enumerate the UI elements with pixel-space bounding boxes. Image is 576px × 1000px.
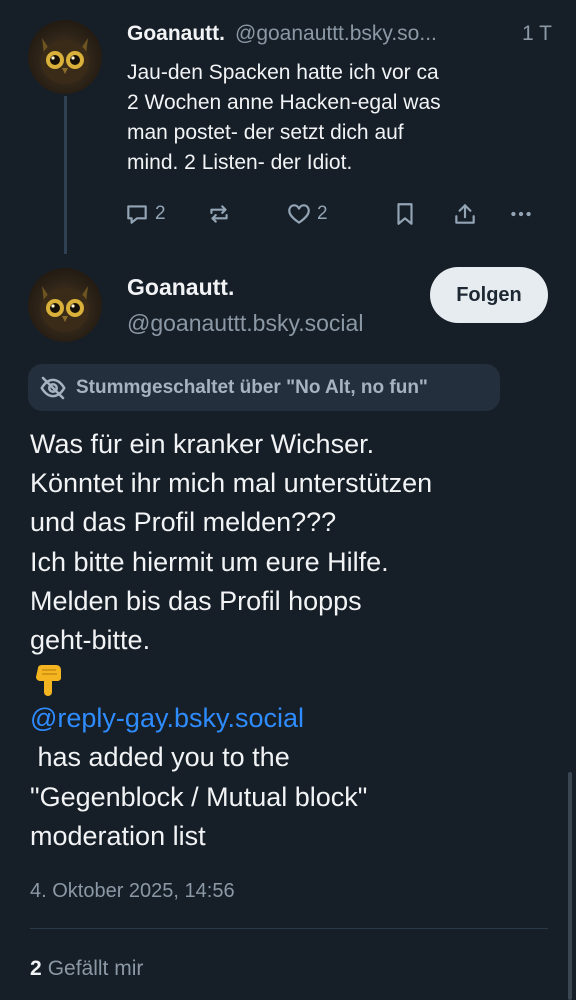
bookmark-button[interactable] (392, 198, 418, 230)
reply-count: 2 (155, 203, 166, 224)
pointing-down-hand-emoji (30, 660, 550, 699)
post-thread-view: Goanautt. @goanauttt.bsky.so... 1 T Jau-… (0, 0, 576, 1000)
post-header: Goanautt. @goanauttt.bsky.so... 1 T (127, 21, 552, 47)
post-text-line: Jau-den Spacken hatte ich vor ca (127, 61, 439, 84)
repost-icon (210, 205, 228, 223)
likes-count: 2 (30, 957, 42, 980)
post-text-line: moderation list (30, 820, 206, 851)
post-text-line: has added you to the (30, 742, 290, 773)
author-handle[interactable]: @goanauttt.bsky.so... (235, 21, 516, 47)
owl-avatar-icon (41, 38, 89, 84)
post-text-line: Was für ein kranker Wichser. (30, 429, 375, 459)
avatar[interactable] (28, 20, 102, 94)
like-icon (288, 204, 310, 224)
post-text-line: mind. 2 Listen- der Idiot. (127, 151, 353, 174)
post-time: 1 T (522, 22, 552, 45)
post-text-line: und das Profil melden??? (30, 507, 337, 538)
post-timestamp[interactable]: 4. Oktober 2025, 14:56 (30, 880, 235, 903)
post-text-line: "Gegenblock / Mutual block" (30, 781, 368, 812)
author-name[interactable]: Goanautt. (127, 21, 225, 47)
more-icon (511, 211, 531, 217)
like-count: 2 (317, 203, 328, 224)
divider (30, 928, 548, 929)
like-button[interactable]: 2 (286, 198, 328, 230)
share-button[interactable] (452, 198, 478, 230)
eye-slash-icon (38, 373, 68, 403)
owl-avatar-icon (41, 286, 89, 332)
post-text-line: geht-bitte. (30, 625, 151, 656)
post-text-line: Melden bis das Profil hopps (30, 585, 362, 616)
author-handle[interactable]: @goanauttt.bsky.social (127, 310, 363, 337)
more-options-button[interactable] (508, 198, 534, 230)
likes-summary[interactable]: 2 Gefällt mir (30, 957, 143, 981)
share-icon (455, 204, 475, 224)
post-text-line: man postet- der setzt dich auf (127, 121, 404, 144)
likes-label: Gefällt mir (47, 957, 144, 980)
avatar[interactable] (28, 268, 102, 342)
post-text-line: Könntet ihr mich mal unterstützen (30, 468, 433, 499)
post-text: Was für ein kranker Wichser. Könntet ihr… (30, 425, 550, 856)
post-text-line: Ich bitte hiermit um eure Hilfe. (30, 546, 389, 577)
mention-link[interactable]: @reply-gay.bsky.social (30, 699, 550, 738)
bookmark-icon (397, 203, 413, 225)
muted-list-label: Stummgeschaltet über "No Alt, no fun" (76, 376, 428, 398)
thread-connector-line (64, 96, 67, 254)
post-text: Jau-den Spacken hatte ich vor ca 2 Woche… (127, 58, 547, 178)
muted-list-badge[interactable]: Stummgeschaltet über "No Alt, no fun" (28, 364, 500, 411)
follow-button[interactable]: Folgen (430, 267, 548, 323)
post-actions: 2 2 (124, 198, 544, 230)
scrollbar[interactable] (568, 772, 572, 1000)
reply-icon (127, 205, 147, 224)
author-name[interactable]: Goanautt. (127, 274, 234, 301)
repost-button[interactable] (206, 198, 232, 230)
post-text-line: 2 Wochen anne Hacken-egal was (127, 91, 441, 114)
reply-button[interactable]: 2 (124, 198, 166, 230)
